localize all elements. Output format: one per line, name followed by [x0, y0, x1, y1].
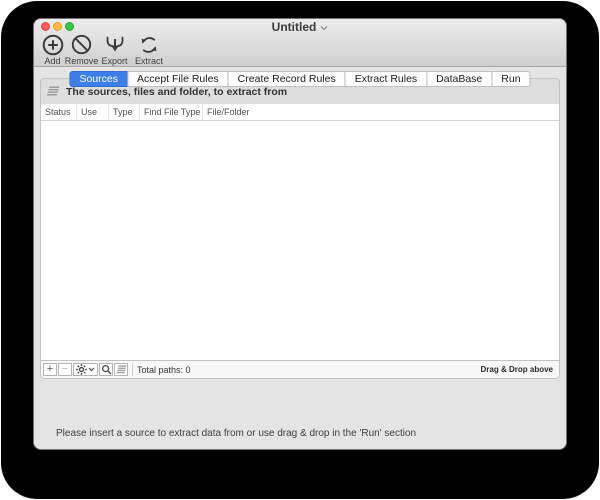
sources-table: Status Use Type Find File Type File/Fold… — [41, 104, 559, 360]
export-button[interactable]: Export — [98, 33, 131, 66]
toolbar-label-export: Export — [101, 56, 128, 66]
toolbar: Add Remove Export Extract — [40, 33, 167, 66]
tab-database[interactable]: DataBase — [426, 71, 493, 87]
column-header-use[interactable]: Use — [77, 104, 109, 120]
list-icon — [46, 86, 60, 97]
window-body: Sources Accept File Rules Create Record … — [34, 67, 566, 449]
title-chevron-down-icon[interactable] — [320, 25, 328, 31]
extract-cycle-icon — [139, 33, 159, 56]
add-path-button[interactable]: + — [43, 363, 57, 376]
window-title-text: Untitled — [271, 20, 317, 34]
remove-button[interactable]: Remove — [65, 33, 98, 66]
gear-icon — [76, 364, 87, 375]
tab-accept-file-rules[interactable]: Accept File Rules — [126, 71, 229, 87]
toolbar-label-extract: Extract — [134, 56, 163, 66]
sources-panel-title: The sources, files and folder, to extrac… — [66, 85, 288, 98]
add-button[interactable]: Add — [40, 33, 65, 66]
sources-panel: The sources, files and folder, to extrac… — [40, 78, 560, 379]
tab-create-record-rules[interactable]: Create Record Rules — [227, 71, 346, 87]
drag-drop-hint: Drag & Drop above — [480, 365, 553, 374]
extract-button[interactable]: Extract — [131, 33, 167, 66]
tab-bar: Sources Accept File Rules Create Record … — [69, 71, 531, 87]
search-button[interactable] — [99, 363, 113, 376]
sources-table-header: Status Use Type Find File Type File/Fold… — [41, 104, 559, 121]
tab-extract-rules[interactable]: Extract Rules — [344, 71, 428, 87]
toolbar-label-add: Add — [44, 56, 61, 66]
search-icon — [101, 364, 112, 375]
list-icon — [116, 365, 127, 374]
remove-prohibit-icon — [71, 33, 92, 56]
toolbar-label-remove: Remove — [64, 56, 99, 66]
footer-separator — [132, 363, 133, 376]
add-circle-icon — [42, 33, 64, 56]
remove-path-button[interactable]: − — [58, 363, 72, 376]
app-window: Untitled Add Remove Export Extract Sourc… — [34, 19, 566, 449]
window-title: Untitled — [34, 20, 566, 34]
total-paths-label: Total paths: 0 — [137, 364, 191, 375]
column-header-find-file-type[interactable]: Find File Type — [140, 104, 203, 120]
sources-table-body[interactable] — [41, 121, 559, 360]
column-header-status[interactable]: Status — [41, 104, 77, 120]
column-header-type[interactable]: Type — [109, 104, 140, 120]
column-header-file-folder[interactable]: File/Folder — [203, 104, 559, 120]
action-menu-button[interactable] — [73, 363, 98, 376]
chevron-down-icon — [88, 367, 95, 372]
black-backdrop: Untitled Add Remove Export Extract Sourc… — [1, 1, 599, 499]
list-view-button[interactable] — [114, 363, 128, 376]
tab-sources[interactable]: Sources — [69, 71, 128, 87]
status-message: Please insert a source to extract data f… — [56, 428, 417, 439]
export-merge-arrow-icon — [103, 33, 127, 56]
sources-footer-bar: + − Total paths: 0 Drag & Drop above — [41, 360, 559, 378]
tab-run[interactable]: Run — [491, 71, 531, 87]
window-header: Untitled Add Remove Export Extract — [34, 19, 566, 67]
